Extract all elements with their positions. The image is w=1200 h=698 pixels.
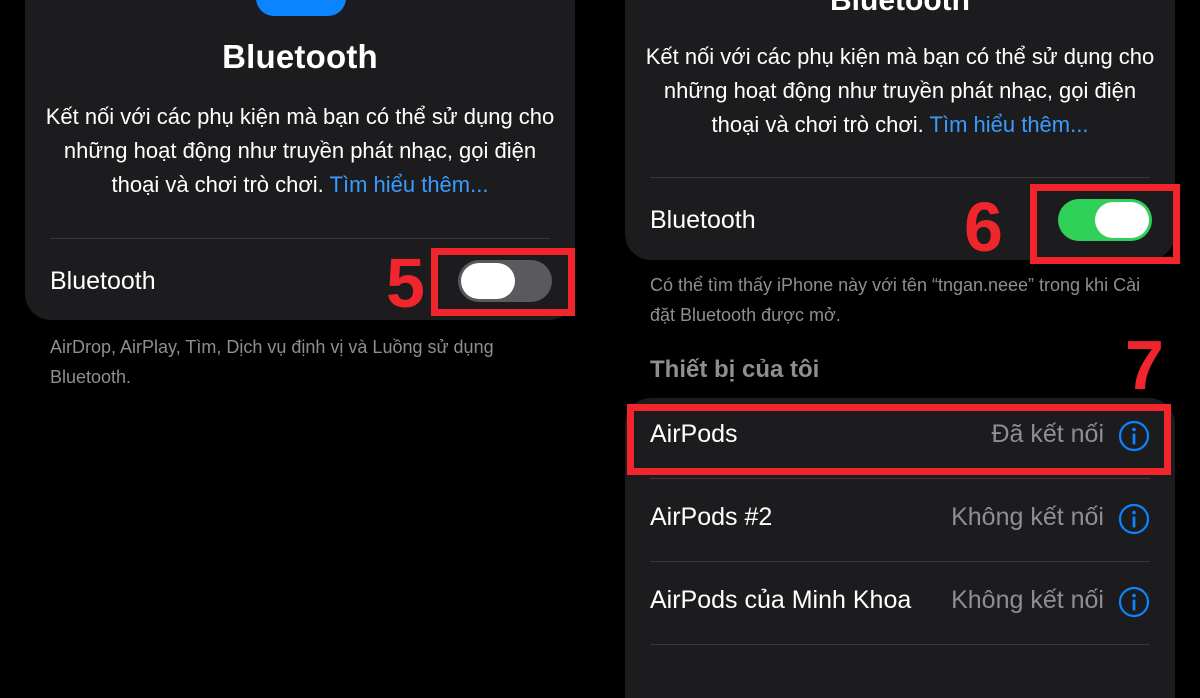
left-bluetooth-label: Bluetooth: [50, 267, 156, 295]
device-name: AirPods #2: [650, 503, 773, 531]
my-devices-header: Thiết bị của tôi: [650, 356, 820, 383]
device-row-airpods-minh-khoa[interactable]: AirPods của Minh Khoa Không kết nối: [650, 564, 1150, 647]
right-description: Kết nối với các phụ kiện mà bạn có thể s…: [640, 40, 1160, 142]
left-learn-more-link[interactable]: Tìm hiểu thêm...: [330, 172, 489, 197]
device-separator: [650, 644, 1150, 645]
bluetooth-app-icon: [256, 0, 346, 16]
left-divider: [50, 238, 550, 239]
step-number-5: 5: [386, 244, 425, 322]
highlight-box-6: [1030, 184, 1180, 264]
info-icon[interactable]: [1118, 586, 1150, 618]
info-icon[interactable]: [1118, 503, 1150, 535]
highlight-box-7: [627, 404, 1171, 475]
right-footer-note: Có thể tìm thấy iPhone này với tên “tnga…: [650, 275, 1141, 325]
right-learn-more-link[interactable]: Tìm hiểu thêm...: [930, 112, 1089, 137]
device-status: Không kết nối: [951, 586, 1104, 614]
device-name: AirPods của Minh Khoa: [650, 586, 912, 614]
left-footer-note: AirDrop, AirPlay, Tìm, Dịch vụ định vị v…: [50, 337, 494, 387]
right-page-title: Bluetooth: [830, 0, 970, 17]
right-divider: [650, 177, 1150, 178]
left-description: Kết nối với các phụ kiện mà bạn có thể s…: [40, 100, 560, 202]
device-row-airpods-2[interactable]: AirPods #2 Không kết nối: [650, 481, 1150, 564]
device-separator: [650, 478, 1150, 479]
step-number-7: 7: [1125, 326, 1164, 404]
left-page-title: Bluetooth: [222, 38, 378, 75]
device-status: Không kết nối: [951, 503, 1104, 531]
device-separator: [650, 561, 1150, 562]
step-number-6: 6: [964, 188, 1003, 266]
highlight-box-5: [431, 248, 575, 316]
right-bluetooth-label: Bluetooth: [650, 206, 756, 234]
